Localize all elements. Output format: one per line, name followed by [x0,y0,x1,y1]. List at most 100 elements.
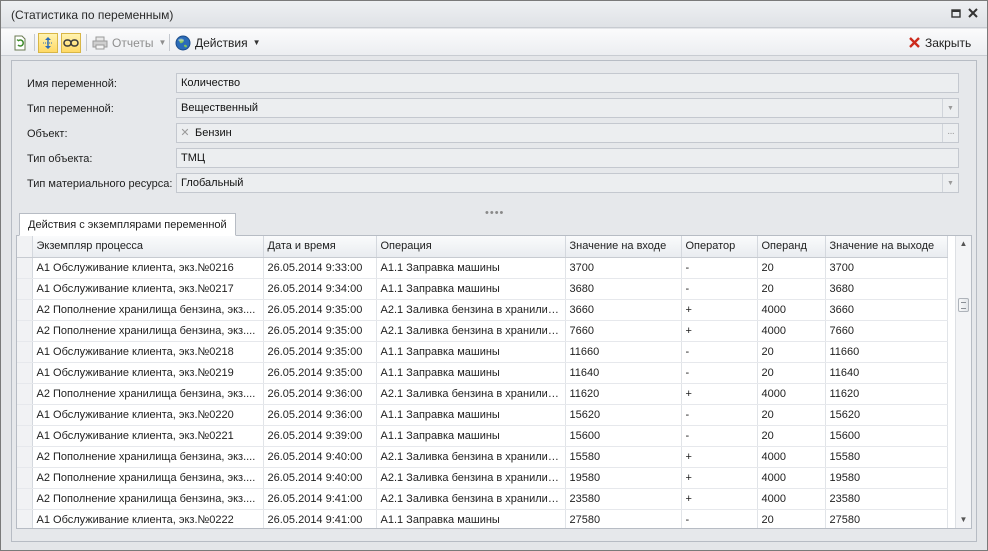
table-cell[interactable]: 26.05.2014 9:35:00 [263,362,377,384]
table-cell[interactable]: 26.05.2014 9:35:00 [263,320,377,342]
table-cell[interactable]: 15580 [825,446,948,468]
table-cell[interactable]: А2.1 Заливка бензина в хранилище [376,467,566,489]
table-cell[interactable]: 27580 [825,509,948,528]
column-header[interactable]: Операция [376,236,566,258]
object-type-field[interactable]: ТМЦ [176,148,959,168]
table-cell[interactable]: 26.05.2014 9:36:00 [263,383,377,405]
table-cell[interactable]: - [681,341,758,363]
row-indicator[interactable] [17,425,33,447]
row-indicator[interactable] [17,257,33,279]
row-indicator[interactable] [17,446,33,468]
table-cell[interactable]: - [681,404,758,426]
scroll-up-icon[interactable]: ▲ [956,237,971,251]
table-cell[interactable]: А2.1 Заливка бензина в хранилище [376,299,566,321]
table-row[interactable]: А1 Обслуживание клиента, экз.№0217 26.05.… [17,278,948,300]
table-cell[interactable]: 3660 [825,299,948,321]
row-indicator[interactable] [17,404,33,426]
column-header[interactable]: Значение на входе [565,236,682,258]
table-cell[interactable]: 11620 [825,383,948,405]
table-cell[interactable]: 4000 [757,467,826,489]
table-row[interactable]: А2 Пополнение хранилища бензина, экз....… [17,488,948,510]
table-cell[interactable]: 26.05.2014 9:33:00 [263,257,377,279]
splitter-grip[interactable]: •••• [485,207,504,219]
row-indicator[interactable] [17,488,33,510]
table-cell[interactable]: 11640 [565,362,682,384]
chevron-down-icon[interactable]: ▼ [942,174,958,192]
table-cell[interactable]: 15580 [565,446,682,468]
table-cell[interactable]: - [681,278,758,300]
table-cell[interactable]: 19580 [825,467,948,489]
table-cell[interactable]: + [681,383,758,405]
table-cell[interactable]: 19580 [565,467,682,489]
row-indicator[interactable] [17,509,33,528]
ellipsis-icon[interactable]: ··· [942,124,958,142]
table-cell[interactable]: 3660 [565,299,682,321]
reports-dropdown[interactable]: Отчеты ▼ [92,32,166,53]
variable-name-field[interactable]: Количество [176,73,959,93]
table-row[interactable]: А1 Обслуживание клиента, экз.№0220 26.05.… [17,404,948,426]
row-indicator[interactable] [17,383,33,405]
table-cell[interactable]: А2.1 Заливка бензина в хранилище [376,383,566,405]
scroll-thumb[interactable] [958,298,969,312]
table-cell[interactable]: А2.1 Заливка бензина в хранилище [376,446,566,468]
table-cell[interactable]: 20 [757,278,826,300]
table-cell[interactable]: 26.05.2014 9:39:00 [263,425,377,447]
table-cell[interactable]: - [681,425,758,447]
expand-toggle-button[interactable] [38,32,58,53]
table-cell[interactable]: А2 Пополнение хранилища бензина, экз.... [32,383,264,405]
table-cell[interactable]: А1 Обслуживание клиента, экз.№0221 [32,425,264,447]
table-row[interactable]: А1 Обслуживание клиента, экз.№0222 26.05.… [17,509,948,528]
table-cell[interactable]: 4000 [757,446,826,468]
table-cell[interactable]: 4000 [757,320,826,342]
table-cell[interactable]: А2 Пополнение хранилища бензина, экз.... [32,299,264,321]
table-cell[interactable]: А1 Обслуживание клиента, экз.№0217 [32,278,264,300]
table-cell[interactable]: 3700 [825,257,948,279]
table-cell[interactable]: А1.1 Заправка машины [376,509,566,528]
table-row[interactable]: А2 Пополнение хранилища бензина, экз....… [17,446,948,468]
table-cell[interactable]: А1 Обслуживание клиента, экз.№0216 [32,257,264,279]
restore-icon[interactable] [949,7,963,21]
table-cell[interactable]: 4000 [757,488,826,510]
table-cell[interactable]: 26.05.2014 9:40:00 [263,446,377,468]
close-button[interactable]: Закрыть [909,32,971,53]
table-cell[interactable]: 11620 [565,383,682,405]
column-header[interactable]: Оператор [681,236,758,258]
tab-variable-instance-actions[interactable]: Действия с экземплярами переменной [19,213,236,236]
table-cell[interactable]: + [681,488,758,510]
table-cell[interactable]: 27580 [565,509,682,528]
row-indicator[interactable] [17,299,33,321]
table-cell[interactable]: А1 Обслуживание клиента, экз.№0220 [32,404,264,426]
table-row[interactable]: А2 Пополнение хранилища бензина, экз....… [17,320,948,342]
table-cell[interactable]: А2 Пополнение хранилища бензина, экз.... [32,446,264,468]
table-cell[interactable]: А1 Обслуживание клиента, экз.№0218 [32,341,264,363]
table-cell[interactable]: А1.1 Заправка машины [376,425,566,447]
table-cell[interactable]: А2.1 Заливка бензина в хранилище [376,320,566,342]
chevron-down-icon[interactable]: ▼ [942,99,958,117]
link-toggle-button[interactable] [61,32,81,53]
refresh-button[interactable] [10,32,30,53]
table-cell[interactable]: 11640 [825,362,948,384]
table-cell[interactable]: + [681,446,758,468]
row-indicator[interactable] [17,341,33,363]
table-cell[interactable]: 3680 [565,278,682,300]
table-cell[interactable]: + [681,467,758,489]
table-cell[interactable]: 4000 [757,299,826,321]
table-cell[interactable]: 11660 [825,341,948,363]
table-row[interactable]: А1 Обслуживание клиента, экз.№0219 26.05.… [17,362,948,384]
column-header[interactable]: Операнд [757,236,826,258]
table-cell[interactable]: 20 [757,362,826,384]
table-cell[interactable]: 7660 [825,320,948,342]
table-cell[interactable]: 26.05.2014 9:41:00 [263,509,377,528]
resource-type-select[interactable]: Глобальный ▼ [176,173,959,193]
table-row[interactable]: А2 Пополнение хранилища бензина, экз....… [17,299,948,321]
table-cell[interactable]: 26.05.2014 9:34:00 [263,278,377,300]
table-cell[interactable]: 3680 [825,278,948,300]
table-row[interactable]: А1 Обслуживание клиента, экз.№0218 26.05.… [17,341,948,363]
column-header[interactable]: Дата и время [263,236,377,258]
object-field[interactable]: ✕ Бензин ··· [176,123,959,143]
table-cell[interactable]: 3700 [565,257,682,279]
table-row[interactable]: А2 Пополнение хранилища бензина, экз....… [17,467,948,489]
table-cell[interactable]: - [681,362,758,384]
actions-dropdown[interactable]: Действия ▼ [175,32,261,53]
table-cell[interactable]: 7660 [565,320,682,342]
